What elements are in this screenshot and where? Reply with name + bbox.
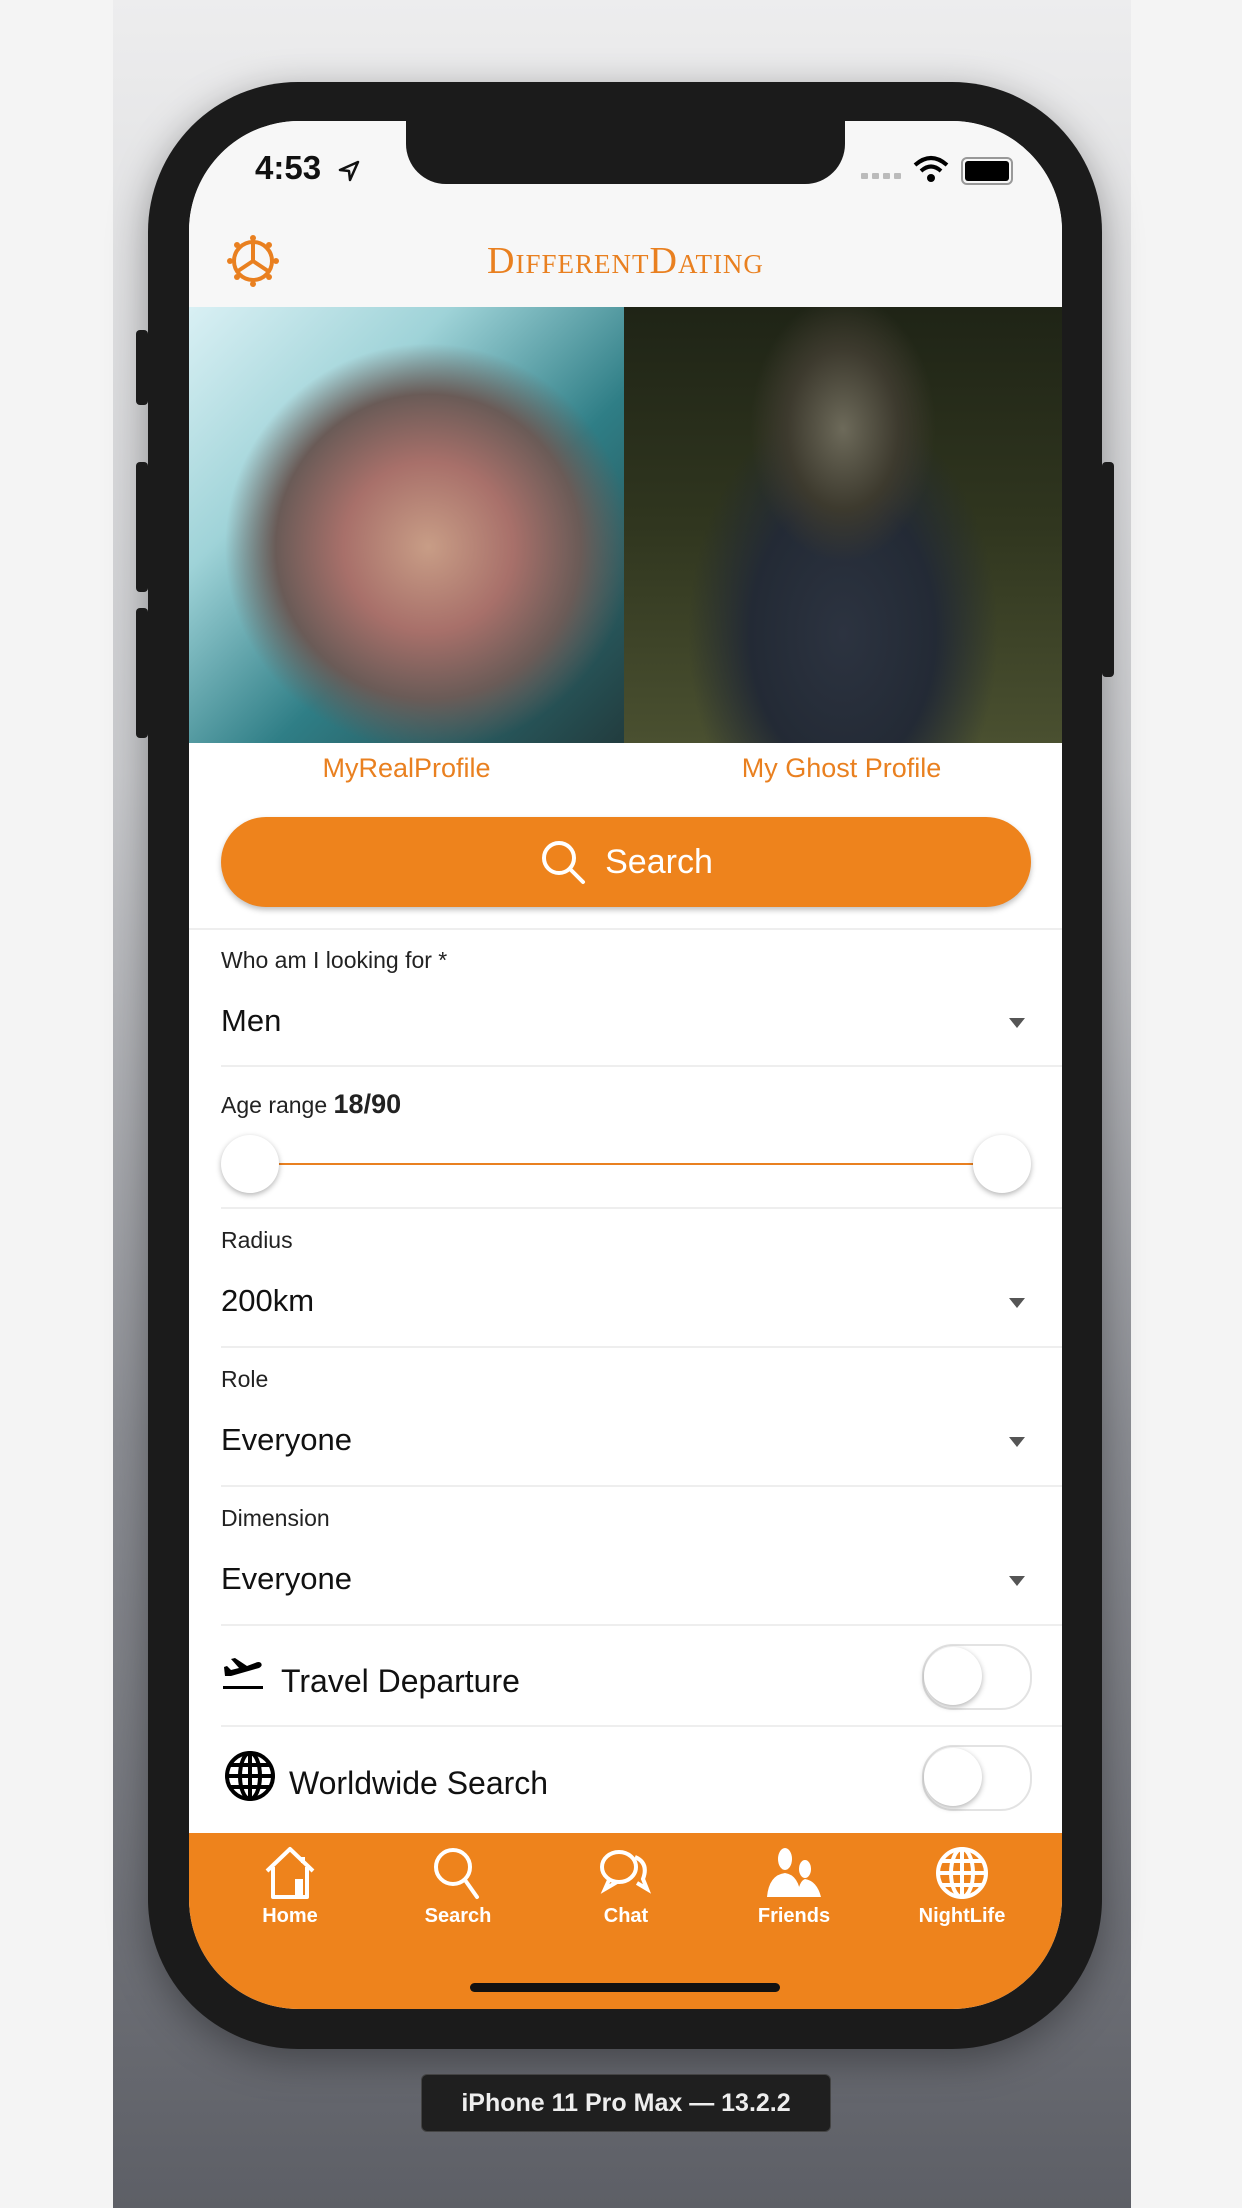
- status-time: 4:53: [255, 149, 322, 186]
- chevron-down-icon: [1009, 1437, 1025, 1447]
- tab-nightlife[interactable]: NightLife: [878, 1833, 1046, 1943]
- home-indicator: [470, 1983, 780, 1992]
- chevron-down-icon: [1009, 1576, 1025, 1586]
- travel-departure-toggle[interactable]: [922, 1644, 1032, 1710]
- volume-up-button: [136, 462, 148, 592]
- search-button-label: Search: [605, 842, 713, 881]
- age-min-slider-handle[interactable]: [221, 1135, 279, 1193]
- power-button: [1102, 462, 1114, 677]
- worldwide-search-label: Worldwide Search: [289, 1765, 549, 1801]
- radius-value: 200km: [221, 1283, 315, 1318]
- dimension-label: Dimension: [221, 1505, 330, 1531]
- age-range-label: Age range 18/90: [221, 1089, 402, 1119]
- globe-icon: [225, 1751, 275, 1801]
- battery-icon: [961, 157, 1013, 185]
- divider: [221, 1624, 1062, 1626]
- radius-label: Radius: [221, 1227, 293, 1253]
- cellular-signal-icon: [861, 173, 901, 179]
- divider: [221, 1346, 1062, 1348]
- friends-icon: [767, 1848, 821, 1897]
- divider: [221, 1485, 1062, 1487]
- volume-down-button: [136, 608, 148, 738]
- looking-for-value: Men: [221, 1003, 282, 1038]
- home-icon: [265, 1847, 315, 1899]
- search-button[interactable]: Search: [221, 817, 1031, 907]
- divider: [221, 1065, 1062, 1067]
- app-screen: 4:53 DifferentDating MyRealProfile My Gh…: [189, 121, 1062, 2009]
- wifi-icon: [913, 156, 949, 182]
- tab-home[interactable]: Home: [206, 1833, 374, 1943]
- age-range-value: 18/90: [333, 1089, 402, 1119]
- search-icon: [434, 1848, 479, 1899]
- role-value: Everyone: [221, 1422, 352, 1457]
- real-profile-photo[interactable]: [189, 307, 624, 743]
- ghost-profile-photo[interactable]: [624, 307, 1062, 743]
- device-notch: [406, 121, 845, 184]
- device-label: iPhone 11 Pro Max — 13.2.2: [421, 2074, 831, 2132]
- location-arrow-icon: [338, 160, 360, 182]
- globe-icon: [936, 1847, 988, 1899]
- chat-icon: [600, 1850, 652, 1894]
- age-max-slider-handle[interactable]: [973, 1135, 1031, 1193]
- divider: [221, 1725, 1062, 1727]
- tab-search[interactable]: Search: [374, 1833, 542, 1943]
- airplane-departure-icon: [223, 1658, 263, 1689]
- looking-for-label: Who am I looking for *: [221, 947, 448, 973]
- dimension-value: Everyone: [221, 1561, 352, 1596]
- ghost-profile-link[interactable]: My Ghost Profile: [624, 753, 1059, 784]
- divider: [221, 1207, 1062, 1209]
- mute-switch: [136, 330, 148, 405]
- tab-chat[interactable]: Chat: [542, 1833, 710, 1943]
- app-title: DifferentDating: [487, 240, 764, 282]
- tab-friends[interactable]: Friends: [710, 1833, 878, 1943]
- search-icon: [542, 841, 586, 884]
- real-profile-link[interactable]: MyRealProfile: [189, 753, 624, 784]
- chevron-down-icon: [1009, 1298, 1025, 1308]
- travel-departure-label: Travel Departure: [281, 1663, 520, 1699]
- age-range-slider-track[interactable]: [249, 1163, 999, 1165]
- divider: [189, 928, 1062, 930]
- chevron-down-icon: [1009, 1018, 1025, 1028]
- role-label: Role: [221, 1366, 269, 1392]
- worldwide-search-toggle[interactable]: [922, 1745, 1032, 1811]
